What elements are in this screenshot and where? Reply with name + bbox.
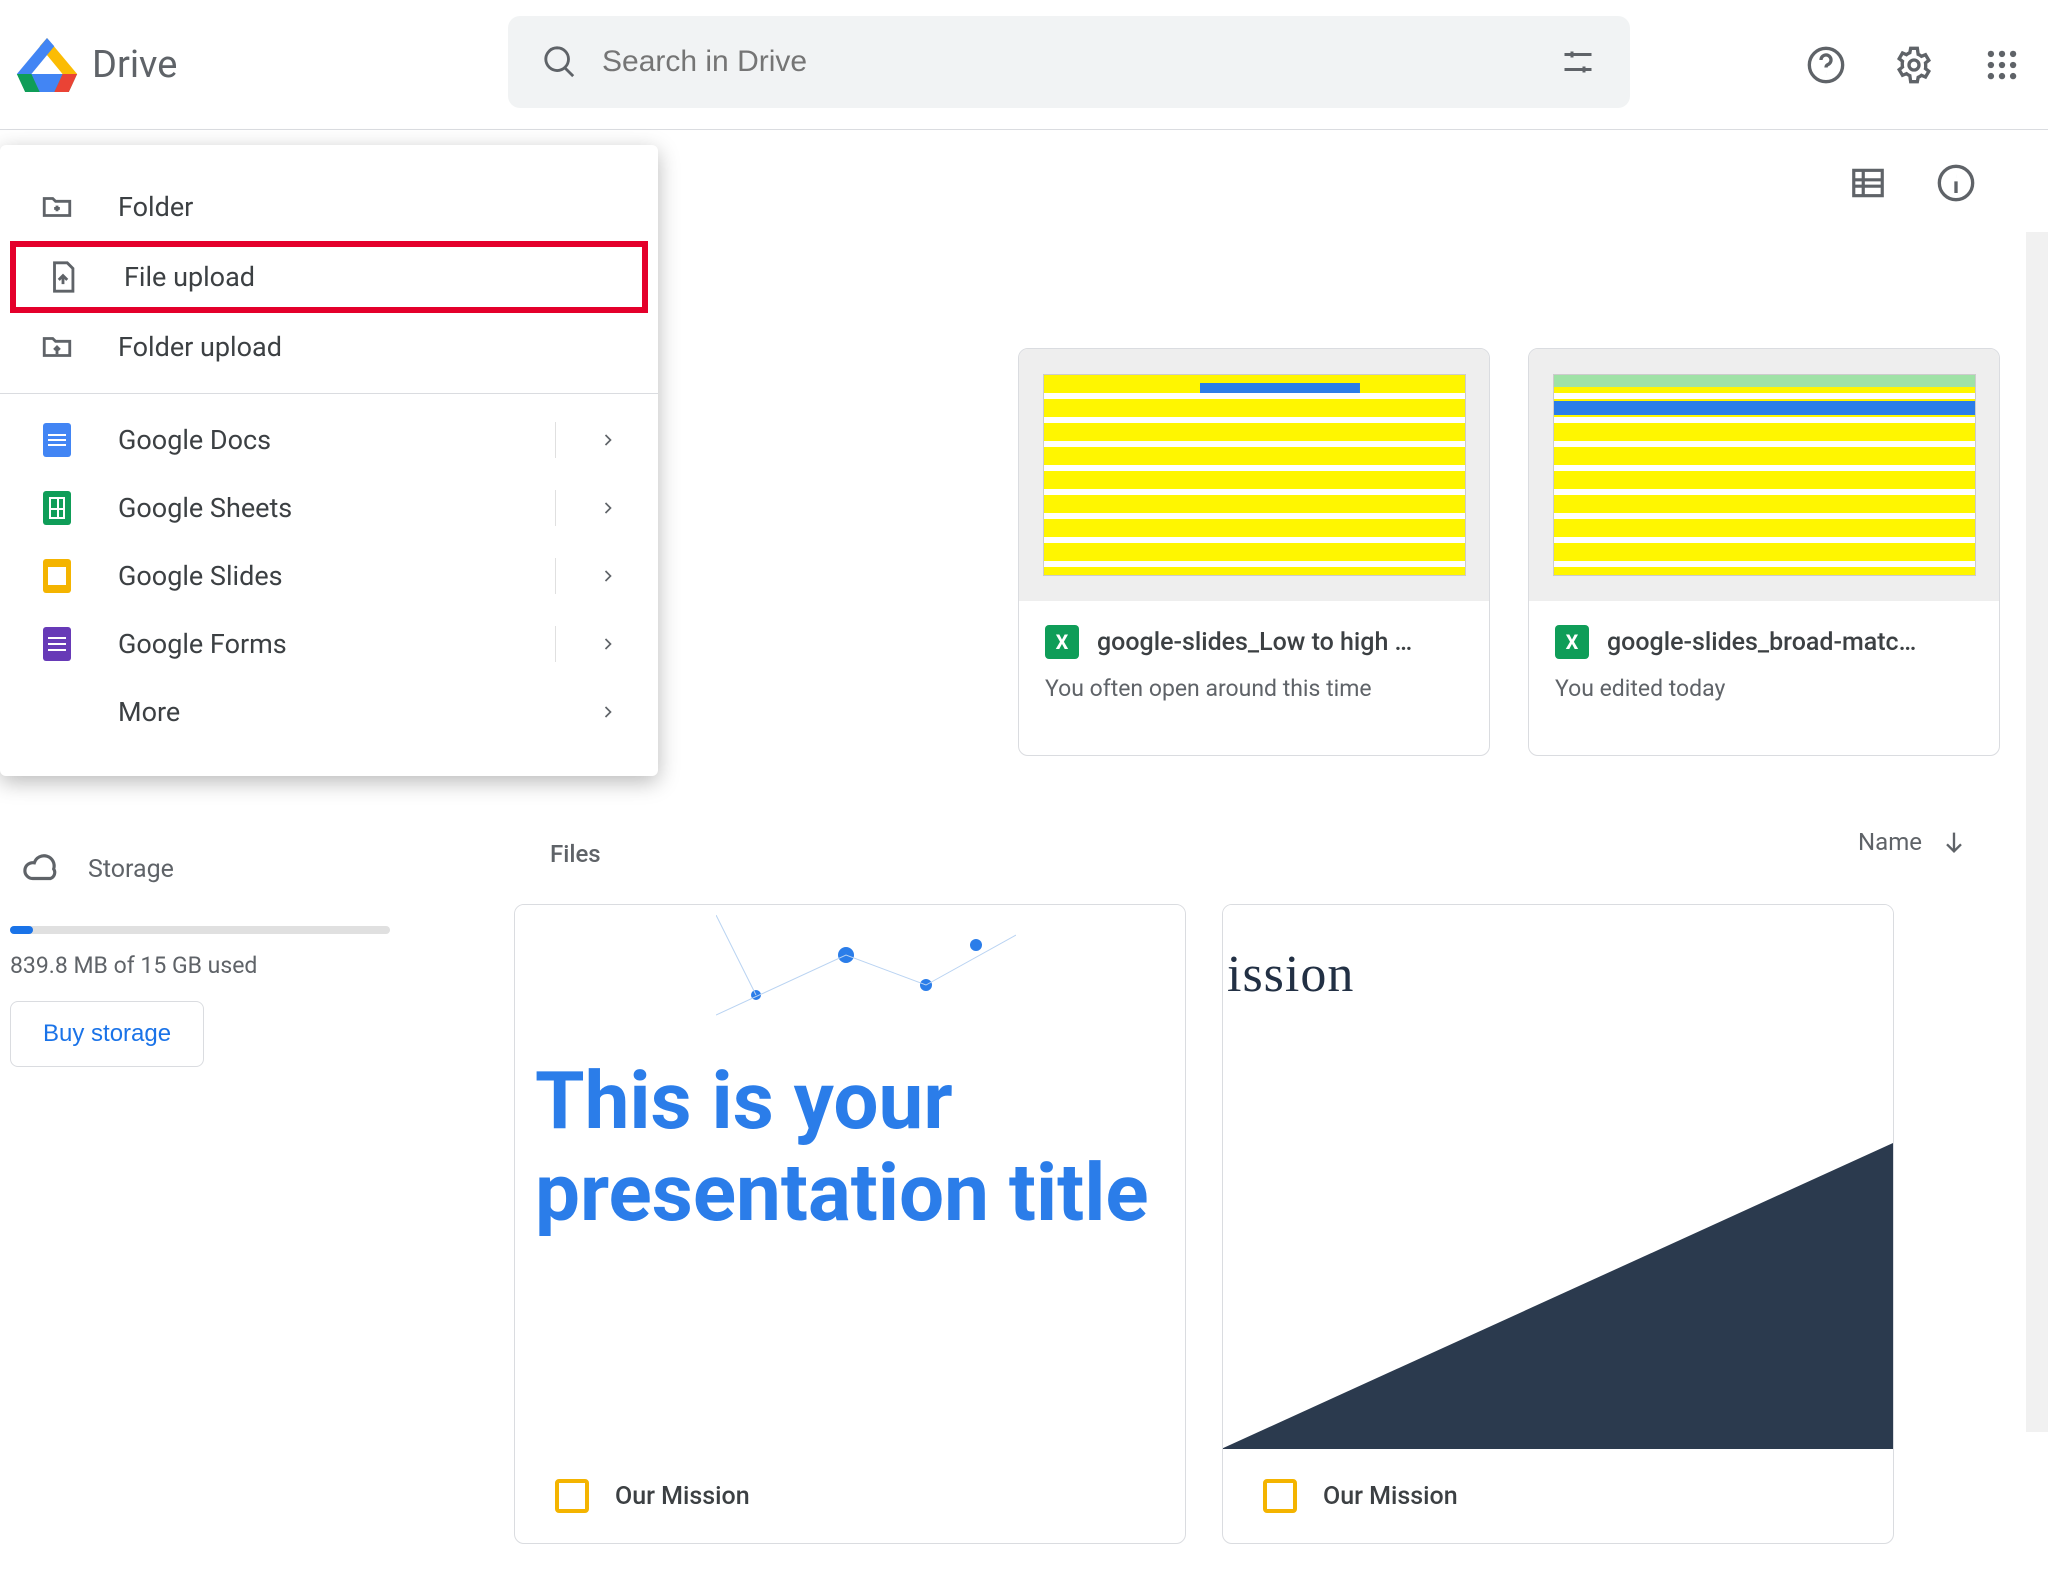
file-thumbnail: ission [1223,905,1893,1449]
search-bar[interactable] [508,16,1630,108]
chevron-right-icon [598,498,618,518]
menu-item-folder[interactable]: Folder [0,173,658,241]
drive-logo[interactable]: Drive [10,38,177,92]
details-info-icon[interactable] [1930,157,1982,209]
file-upload-icon [46,260,80,294]
file-card[interactable]: This is your presentation title Our Miss… [514,904,1186,1544]
app-title: Drive [92,43,177,87]
cloud-icon [22,850,60,888]
menu-item-more[interactable]: More [0,678,658,746]
suggested-title: google-slides_broad-matc… [1607,628,1916,657]
drive-header: Drive [0,0,2048,130]
sheets-icon: X [1555,625,1589,659]
chevron-right-icon [598,702,618,722]
suggested-thumbnail [1019,349,1489,601]
settings-gear-icon[interactable] [1888,39,1940,91]
file-thumbnail: This is your presentation title [515,905,1185,1449]
storage-progress-bar [10,926,390,934]
thumb-heading: This is your presentation title [535,1055,1165,1239]
slides-icon [40,559,74,593]
menu-item-label: Google Sheets [118,492,292,524]
chevron-right-icon [598,634,618,654]
storage-label: Storage [88,855,174,884]
sort-label-text: Name [1858,828,1922,856]
menu-item-file-upload[interactable]: File upload [10,241,648,313]
search-input[interactable] [584,45,1554,79]
drive-logo-icon [16,38,78,92]
menu-item-label: Google Forms [118,628,287,660]
storage-section: Storage 839.8 MB of 15 GB used Buy stora… [10,840,380,1067]
slides-icon [555,1479,589,1513]
menu-item-label: Folder [118,191,193,223]
suggested-subtitle: You edited today [1529,665,1999,702]
folder-plus-icon [40,190,74,224]
suggested-thumbnail [1529,349,1999,601]
slides-icon [1263,1479,1297,1513]
help-icon[interactable] [1800,39,1852,91]
suggested-row: Your tation Title y of Orlando · SlidesC… [658,348,2020,756]
arrow-down-icon [1940,828,1968,856]
menu-item-label: Google Docs [118,424,271,456]
suggested-subtitle: You often open around this time [1019,665,1489,702]
chevron-right-icon [598,430,618,450]
files-heading: Files [550,840,601,868]
menu-item-label: More [118,696,180,728]
menu-item-google-docs[interactable]: Google Docs [0,406,658,474]
sidebar-item-storage[interactable]: Storage [10,840,380,898]
buy-storage-button[interactable]: Buy storage [10,1001,204,1067]
docs-icon [40,423,74,457]
files-grid: This is your presentation title Our Miss… [514,904,1894,1544]
menu-item-google-forms[interactable]: Google Forms [0,610,658,678]
search-icon[interactable] [536,38,584,86]
list-view-icon[interactable] [1842,157,1894,209]
menu-item-google-slides[interactable]: Google Slides [0,542,658,610]
suggested-title: google-slides_Low to high … [1097,628,1412,657]
folder-upload-icon [40,330,74,364]
storage-used-text: 839.8 MB of 15 GB used [10,952,380,979]
new-context-menu: Folder File upload Folder upload Google … [0,145,658,776]
search-options-icon[interactable] [1554,38,1602,86]
suggested-card[interactable]: X google-slides_Low to high … You often … [1018,348,1490,756]
thumb-heading: ission [1227,945,1354,1004]
decorative-dots [716,915,1016,1035]
menu-item-label: Google Slides [118,560,283,592]
apps-grid-icon[interactable] [1976,39,2028,91]
file-title: Our Mission [615,1482,750,1511]
menu-separator [0,393,658,394]
chevron-right-icon [598,566,618,586]
menu-item-label: File upload [124,261,255,293]
sheets-icon: X [1045,625,1079,659]
sheets-icon [40,491,74,525]
menu-item-google-sheets[interactable]: Google Sheets [0,474,658,542]
header-right-icons [1800,0,2028,130]
scrollbar[interactable] [2026,232,2048,1432]
menu-item-folder-upload[interactable]: Folder upload [0,313,658,381]
file-title: Our Mission [1323,1482,1458,1511]
sort-control[interactable]: Name [1858,828,1968,856]
forms-icon [40,627,74,661]
menu-item-label: Folder upload [118,331,282,363]
suggested-card[interactable]: X google-slides_broad-matc… You edited t… [1528,348,2000,756]
file-card[interactable]: ission Our Mission [1222,904,1894,1544]
